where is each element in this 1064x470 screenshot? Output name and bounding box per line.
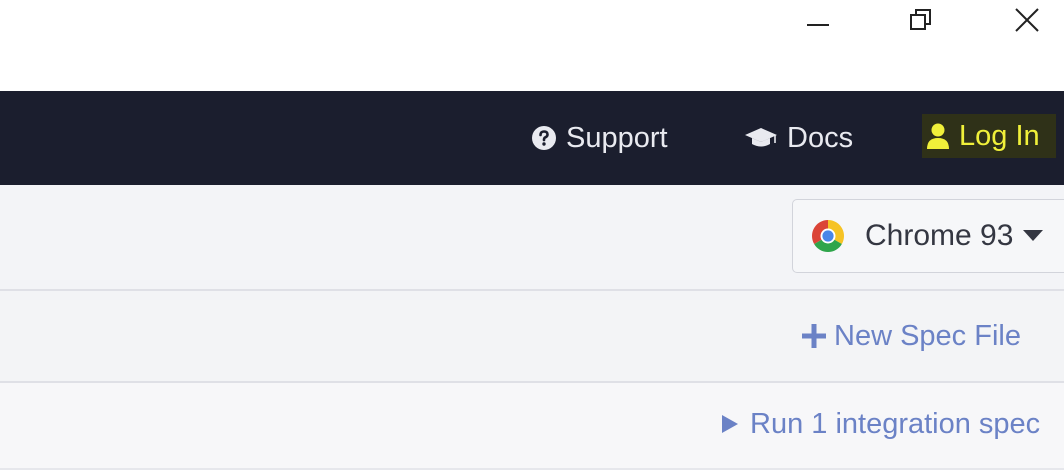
window-minimize-button[interactable] [790, 0, 846, 40]
play-icon [722, 415, 738, 433]
new-spec-file-button[interactable]: New Spec File [801, 291, 1021, 381]
plus-icon [801, 323, 827, 349]
close-icon [1015, 8, 1039, 32]
window-maximize-button[interactable] [893, 0, 949, 40]
window-close-button[interactable] [999, 0, 1055, 40]
new-spec-file-label: New Spec File [834, 319, 1021, 352]
question-circle-icon [531, 125, 557, 151]
run-specs-row: Run 1 integration spec [0, 383, 1064, 470]
chrome-icon [811, 219, 845, 253]
support-link[interactable]: Support [531, 91, 668, 185]
specs-header-row: New Spec File [0, 291, 1064, 383]
window-titlebar [0, 0, 1064, 91]
top-nav: Support Docs Log In [0, 91, 1064, 185]
docs-link[interactable]: Docs [744, 91, 853, 185]
run-integration-spec-button[interactable]: Run 1 integration spec [722, 383, 1040, 465]
login-button[interactable]: Log In [922, 114, 1056, 158]
caret-down-icon [1023, 230, 1044, 242]
browser-bar: Chrome 93 [0, 185, 1064, 291]
restore-icon [910, 9, 931, 30]
run-integration-spec-label: Run 1 integration spec [750, 407, 1041, 440]
docs-label: Docs [787, 121, 854, 154]
user-icon [926, 122, 950, 150]
minimize-icon [807, 24, 829, 26]
graduation-cap-icon [744, 126, 778, 150]
browser-selector-button[interactable]: Chrome 93 [792, 199, 1064, 273]
browser-label: Chrome 93 [865, 219, 1014, 252]
login-label: Log In [959, 119, 1040, 152]
support-label: Support [566, 121, 668, 154]
